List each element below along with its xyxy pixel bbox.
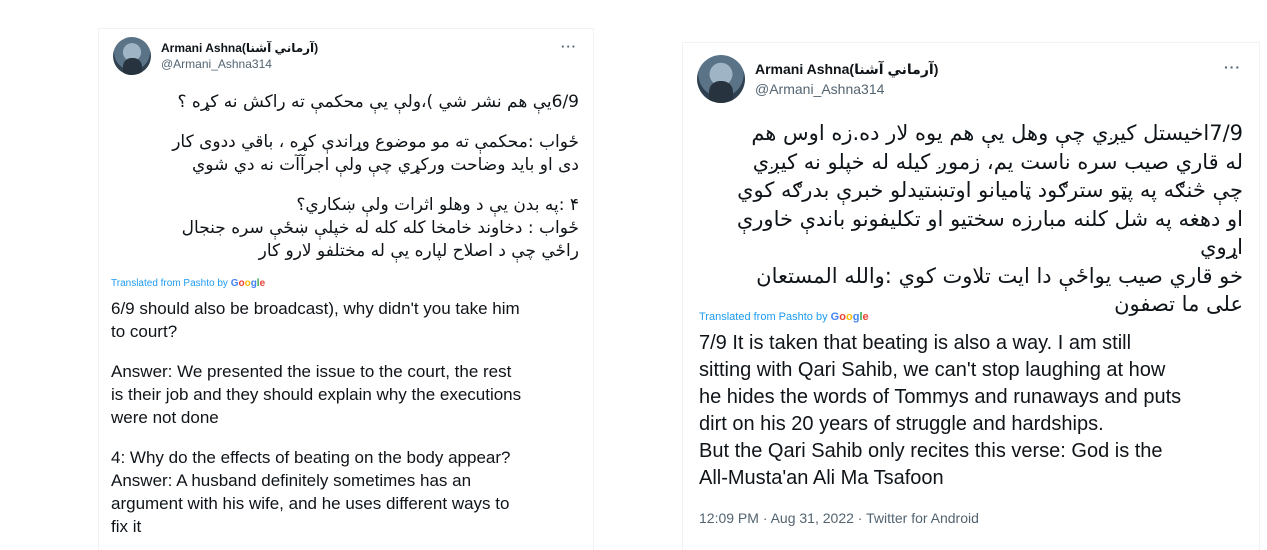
- translated-label: Translated from Pashto by: [699, 311, 828, 323]
- avatar[interactable]: [697, 55, 745, 103]
- handle[interactable]: @Armani_Ashna314: [161, 57, 318, 71]
- text-line: dirt on his 20 years of struggle and har…: [699, 413, 1104, 435]
- tweet-original-text: 7/9اخيستل کيږي چې وهل يې هم يوه لار ده.ز…: [693, 119, 1243, 319]
- tweet-translation-text: 7/9 It is taken that beating is also a w…: [699, 330, 1181, 492]
- text-line: 7/9 It is taken that beating is also a w…: [699, 332, 1132, 354]
- translated-from-link[interactable]: Translated from Pashto by Google: [699, 311, 869, 323]
- handle[interactable]: @Armani_Ashna314: [755, 81, 938, 97]
- text-line: sitting with Qari Sahib, we can't stop l…: [699, 359, 1166, 381]
- tweet-header: Armani Ashna(آرماني آشنا) @Armani_Ashna3…: [113, 37, 318, 75]
- text-line: دی او باید وضاحت ورکړي چې ولې اجرآآت نه …: [192, 155, 579, 175]
- text-line: اړوي: [1200, 235, 1243, 259]
- text-line: له قاري صيب سره ناست يم، زموږ کيله له خپ…: [752, 149, 1243, 174]
- text-line: ۴ :په بدن يې د وهلو اثرات ولې ښکاري؟: [296, 195, 579, 215]
- display-name[interactable]: Armani Ashna(آرماني آشنا): [755, 61, 938, 78]
- tweet-card-left[interactable]: Armani Ashna(آرماني آشنا) @Armani_Ashna3…: [98, 28, 594, 550]
- translated-label: Translated from Pashto by: [111, 278, 228, 289]
- author-info: Armani Ashna(آرماني آشنا) @Armani_Ashna3…: [161, 37, 318, 71]
- text-line: All-Musta'an Ali Ma Tsafoon: [699, 467, 944, 489]
- text-line: Answer: We presented the issue to the co…: [111, 362, 512, 381]
- text-line: خو قاري صيب يواځې دا ايت تلاوت کوي :والل…: [756, 263, 1243, 288]
- text-line: is their job and they should explain why…: [111, 385, 522, 404]
- text-line: 4: Why do the effects of beating on the …: [111, 448, 511, 467]
- text-line: ځواب :محکمې ته مو موضوع وړاندې کړه ، باق…: [172, 132, 579, 152]
- text-line: fix it: [111, 517, 142, 536]
- translated-from-link[interactable]: Translated from Pashto by Google: [111, 278, 265, 289]
- text-line: ځواب : دخاوند خامخا کله کله له خپلې ښځې …: [181, 218, 579, 238]
- text-line: 7/9اخيستل کيږي چې وهل يې هم يوه لار ده.ز…: [751, 121, 1243, 145]
- tweet-translation-text: 6/9 should also be broadcast), why didn'…: [111, 297, 521, 538]
- text-line: او دهغه په شل کلنه مبارزه سختيو او تکليف…: [736, 206, 1243, 231]
- text-line: 6/9يې هم نشر شي )،ولې يې محکمې ته راکش ن…: [177, 92, 579, 112]
- text-line: But the Qari Sahib only recites this ver…: [699, 440, 1163, 462]
- text-line: چې څنګه په پټو سترګود ټاميانو اوتښتيدلو …: [737, 178, 1243, 202]
- text-line: argument with his wife, and he uses diff…: [111, 494, 510, 513]
- text-line: he hides the words of Tommys and runaway…: [699, 386, 1182, 408]
- author-info: Armani Ashna(آرماني آشنا) @Armani_Ashna3…: [755, 55, 938, 97]
- tweet-card-right[interactable]: Armani Ashna(آرماني آشنا) @Armani_Ashna3…: [682, 42, 1260, 550]
- text-line: to court?: [111, 322, 178, 341]
- tweet-header: Armani Ashna(آرماني آشنا) @Armani_Ashna3…: [697, 55, 938, 103]
- text-line: 6/9 should also be broadcast), why didn'…: [111, 299, 520, 318]
- google-logo-icon: Google: [830, 311, 869, 323]
- text-line: were not done: [111, 408, 219, 427]
- text-line: راځي چې د اصلاح لپاره يې له مختلفو لارو …: [258, 241, 579, 261]
- more-options-icon[interactable]: ···: [561, 39, 577, 54]
- avatar[interactable]: [113, 37, 151, 75]
- tweet-original-text: 6/9يې هم نشر شي )،ولې يې محکمې ته راکش ن…: [109, 91, 579, 263]
- display-name[interactable]: Armani Ashna(آرماني آشنا): [161, 41, 318, 55]
- google-logo-icon: Google: [230, 278, 266, 289]
- text-line: Answer: A husband definitely sometimes h…: [111, 471, 472, 490]
- more-options-icon[interactable]: ···: [1224, 59, 1241, 75]
- tweet-timestamp[interactable]: 12:09 PM · Aug 31, 2022 · Twitter for An…: [699, 510, 979, 526]
